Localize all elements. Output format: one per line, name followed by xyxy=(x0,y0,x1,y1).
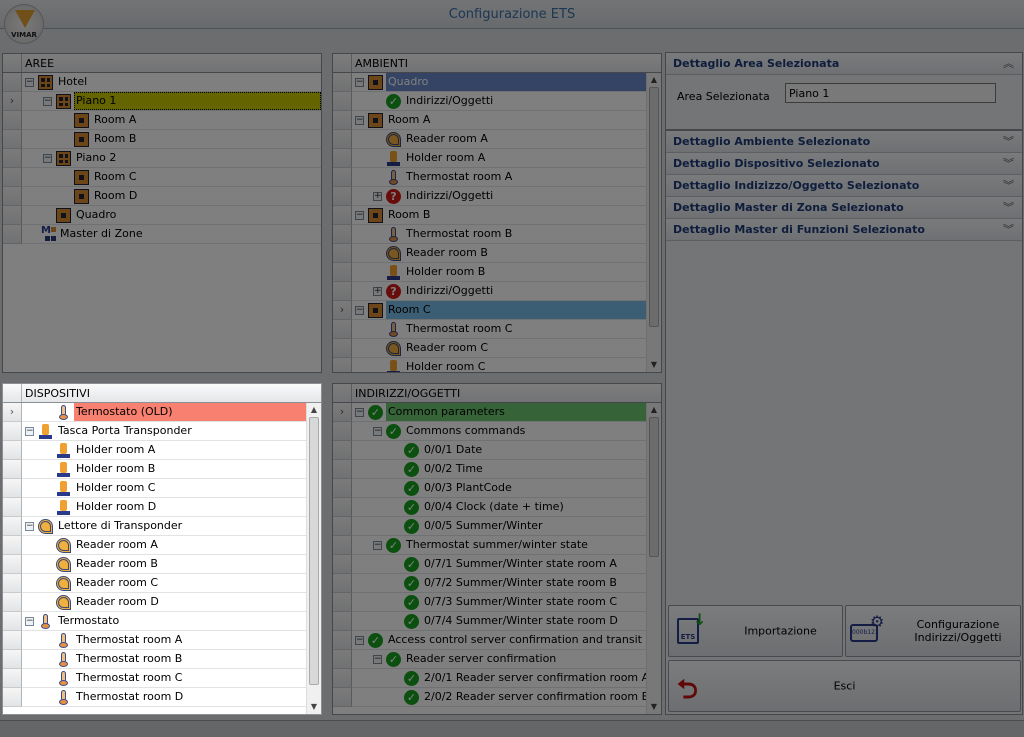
row-selector[interactable] xyxy=(3,536,22,555)
tree-row[interactable]: Thermostat room A xyxy=(3,631,306,650)
tree-row[interactable]: − Termostato xyxy=(3,612,306,631)
row-label: Holder room D xyxy=(76,500,157,513)
row-selector[interactable] xyxy=(3,460,22,479)
tree-row[interactable]: Reader room A xyxy=(3,536,306,555)
tree-row[interactable]: Holder room B xyxy=(3,460,306,479)
thermo-icon xyxy=(56,405,71,420)
tree-row[interactable]: › Termostato (OLD) xyxy=(3,403,306,422)
collapse-icon[interactable]: − xyxy=(25,427,34,436)
row-label: Reader room D xyxy=(76,595,159,608)
row-label: Thermostat room A xyxy=(76,633,183,646)
row-selector[interactable] xyxy=(3,422,22,441)
row-label: Holder room C xyxy=(76,481,156,494)
row-selector[interactable] xyxy=(3,498,22,517)
row-label: Thermostat room C xyxy=(76,671,183,684)
tree-row[interactable]: Holder room A xyxy=(3,441,306,460)
dispositivi-panel: DISPOSITIVI › Termostato (OLD) − Tasca Port… xyxy=(2,383,322,715)
row-label: Termostato (OLD) xyxy=(74,403,306,421)
reader-icon xyxy=(56,576,71,591)
holder-icon xyxy=(56,481,71,496)
thermo-icon xyxy=(56,633,71,648)
holder-icon xyxy=(56,443,71,458)
reader-icon xyxy=(38,519,53,534)
tree-row[interactable]: Holder room C xyxy=(3,479,306,498)
dispositivi-scrollbar[interactable]: ▲ ▼ xyxy=(306,403,321,714)
row-selector[interactable] xyxy=(3,479,22,498)
row-selector[interactable] xyxy=(3,555,22,574)
row-label: Reader room C xyxy=(76,576,159,589)
holder-icon xyxy=(38,424,53,439)
thermo-icon xyxy=(56,671,71,686)
row-selector[interactable] xyxy=(3,688,22,707)
reader-icon xyxy=(56,538,71,553)
thermo-icon xyxy=(56,652,71,667)
tree-row[interactable]: − Tasca Porta Transponder xyxy=(3,422,306,441)
thermo-icon xyxy=(56,690,71,705)
row-selector[interactable] xyxy=(3,574,22,593)
tree-row[interactable]: − Lettore di Transponder xyxy=(3,517,306,536)
row-label: Lettore di Transponder xyxy=(58,519,183,532)
row-label: Thermostat room D xyxy=(76,690,184,703)
row-selector[interactable] xyxy=(3,669,22,688)
tree-row[interactable]: Thermostat room B xyxy=(3,650,306,669)
tree-row[interactable]: Reader room B xyxy=(3,555,306,574)
thermo-icon xyxy=(38,614,53,629)
collapse-icon[interactable]: − xyxy=(25,617,34,626)
row-selector[interactable]: › xyxy=(3,403,22,422)
reader-icon xyxy=(56,595,71,610)
row-selector[interactable] xyxy=(3,650,22,669)
row-label: Thermostat room B xyxy=(76,652,183,665)
holder-icon xyxy=(56,462,71,477)
row-label: Holder room A xyxy=(76,443,156,456)
tree-row[interactable]: Thermostat room D xyxy=(3,688,306,707)
row-selector[interactable] xyxy=(3,517,22,536)
row-label: Holder room B xyxy=(76,462,156,475)
row-label: Tasca Porta Transponder xyxy=(58,424,192,437)
row-selector[interactable] xyxy=(3,612,22,631)
row-selector[interactable] xyxy=(3,441,22,460)
dispositivi-header: DISPOSITIVI xyxy=(3,384,321,403)
holder-icon xyxy=(56,500,71,515)
reader-icon xyxy=(56,557,71,572)
row-selector[interactable] xyxy=(3,593,22,612)
row-selector[interactable] xyxy=(3,631,22,650)
tree-row[interactable]: Thermostat room C xyxy=(3,669,306,688)
tree-row[interactable]: Holder room D xyxy=(3,498,306,517)
tree-row[interactable]: Reader room D xyxy=(3,593,306,612)
row-label: Termostato xyxy=(58,614,120,627)
row-label: Reader room B xyxy=(76,557,158,570)
row-label: Reader room A xyxy=(76,538,158,551)
collapse-icon[interactable]: − xyxy=(25,522,34,531)
tree-row[interactable]: Reader room C xyxy=(3,574,306,593)
